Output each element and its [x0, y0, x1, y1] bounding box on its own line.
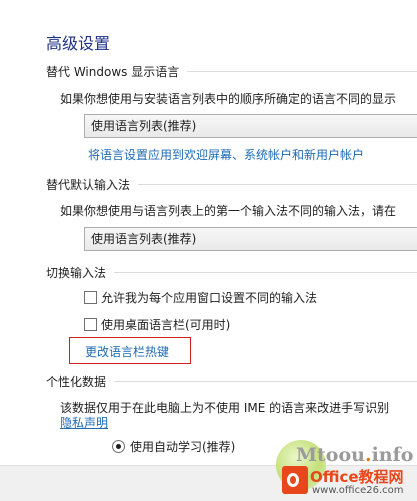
section-header: 替代默认输入法: [46, 176, 417, 192]
per-app-input-checkbox[interactable]: [84, 291, 97, 304]
desktop-language-bar-checkbox[interactable]: [84, 318, 97, 331]
desktop-language-bar-label: 使用桌面语言栏(可用时): [101, 318, 231, 332]
display-language-select[interactable]: 使用语言列表(推荐): [84, 114, 417, 138]
divider: [114, 381, 417, 382]
apply-to-welcome-link[interactable]: 将语言设置应用到欢迎屏幕、系统帐户和新用户帐户: [88, 146, 364, 163]
input-method-section: 替代默认输入法: [46, 176, 417, 192]
input-method-header: 替代默认输入法: [46, 177, 131, 192]
watermark-site-dot: .: [364, 444, 372, 466]
divider: [138, 184, 417, 185]
page-title: 高级设置: [46, 34, 111, 53]
display-language-select-value: 使用语言列表(推荐): [91, 119, 197, 133]
switch-input-header: 切换输入法: [46, 265, 107, 280]
divider: [114, 272, 417, 273]
auto-learning-option[interactable]: 使用自动学习(推荐): [112, 438, 235, 455]
auto-learning-radio[interactable]: [112, 440, 125, 453]
switch-input-section: 切换输入法: [46, 264, 417, 280]
privacy-statement-link[interactable]: 隐私声明: [60, 414, 108, 431]
per-app-input-option[interactable]: 允许我为每个应用窗口设置不同的输入法: [84, 289, 317, 306]
display-language-description: 如果你想使用与安装语言列表中的顺序所确定的语言不同的显示: [60, 92, 397, 106]
display-language-header: 替代 Windows 显示语言: [46, 64, 180, 79]
watermark-site-text: Mtoou.info: [296, 444, 413, 466]
personalization-description: 该数据仅用于在此电脑上为不使用 IME 的语言来改进手写识别: [60, 401, 390, 415]
input-method-select[interactable]: 使用语言列表(推荐): [84, 227, 417, 251]
desktop-language-bar-option[interactable]: 使用桌面语言栏(可用时): [84, 316, 230, 333]
personalization-section: 个性化数据: [46, 373, 417, 389]
watermark-site-name: Mtoou: [296, 444, 365, 466]
section-header: 替代 Windows 显示语言: [46, 63, 417, 79]
watermark-url: www.office26.com: [312, 485, 404, 496]
personalization-header: 个性化数据: [46, 374, 107, 389]
per-app-input-label: 允许我为每个应用窗口设置不同的输入法: [101, 291, 318, 305]
display-language-section: 替代 Windows 显示语言: [46, 63, 417, 79]
auto-learning-label: 使用自动学习(推荐): [130, 440, 236, 454]
input-method-description: 如果你想使用与语言列表上的第一个输入法不同的输入法，请在: [60, 204, 397, 218]
change-hotkeys-link[interactable]: 更改语言栏热键: [85, 343, 169, 360]
radio-selected-dot: [116, 444, 121, 449]
section-header: 切换输入法: [46, 264, 417, 280]
section-header: 个性化数据: [46, 373, 417, 389]
divider: [187, 71, 417, 72]
watermark-site-suffix: info: [371, 444, 414, 466]
input-method-select-value: 使用语言列表(推荐): [91, 232, 197, 246]
office-logo-icon: [282, 466, 308, 494]
watermark-brand: Office教程网: [310, 468, 404, 486]
watermark: Mtoou.info Office教程网 www.office26.com: [242, 440, 417, 501]
